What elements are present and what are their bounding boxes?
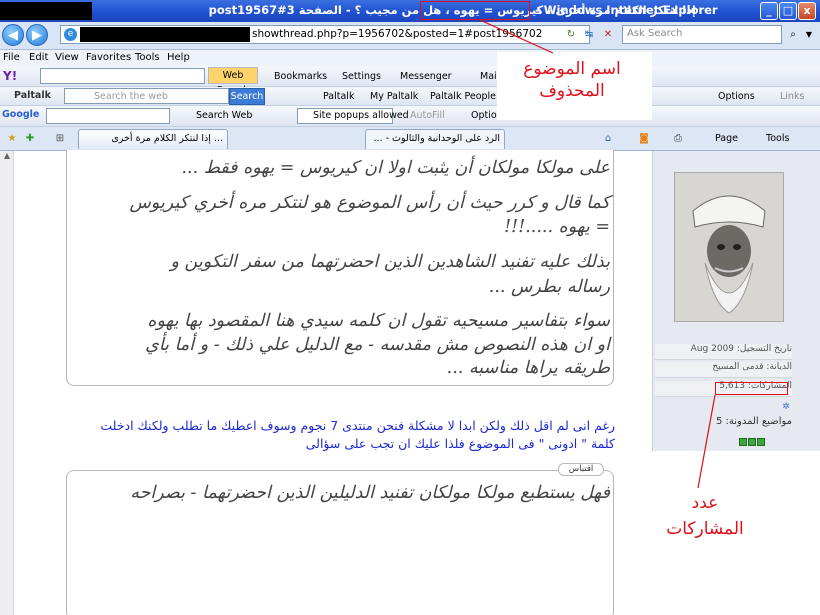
links-button[interactable]: Links — [780, 91, 804, 105]
menu-edit[interactable]: Edit — [29, 52, 48, 66]
join-date: تاريخ التسجيل: Aug 2009 — [655, 344, 792, 360]
yahoo-web-search-button[interactable]: Web Search — [208, 67, 258, 96]
scroll-arrow-icon[interactable]: ▲ — [0, 151, 14, 165]
menu-view[interactable]: View — [55, 52, 79, 66]
paltalk-logo[interactable]: Paltalk — [14, 90, 51, 104]
rss-feed-icon[interactable]: ◙ — [636, 131, 652, 147]
tab-other-thread[interactable]: الرد على الوحدانية والثالوث - ... — [365, 129, 505, 149]
ie-page-icon: e — [64, 28, 77, 41]
minimize-button[interactable]: _ — [760, 2, 778, 20]
redacted-block — [0, 2, 92, 20]
annotation-line: عدد — [691, 493, 719, 513]
page-menu-button[interactable]: Page — [715, 133, 738, 147]
tab-thread[interactable]: ... إذا لنتكر الكلام مرة أخرى — [78, 129, 228, 149]
post-line: بذلك عليه تفنيد الشاهدين الذين احضرتهما … — [170, 252, 610, 272]
add-favorites-icon[interactable]: ✚ — [22, 131, 38, 147]
avatar-image — [675, 173, 783, 321]
print-icon[interactable]: ⎙ — [670, 131, 686, 147]
chevron-down-icon[interactable]: ▼ — [801, 27, 817, 43]
back-button[interactable]: ◀ — [2, 24, 24, 46]
avatar[interactable] — [674, 172, 784, 322]
title-highlight-box — [420, 1, 530, 20]
menu-file[interactable]: File — [3, 52, 20, 66]
redacted-url-block — [80, 27, 250, 42]
quick-tabs-icon[interactable]: ⊞ — [52, 131, 68, 147]
browser-window: إذا لنتكر الكلام مرة أخرى ، كيريوس = يهو… — [0, 0, 820, 615]
reputation-bar — [738, 436, 778, 446]
google-search-web-button[interactable]: Search Web — [196, 110, 252, 124]
favorites-star-icon[interactable]: ★ — [4, 131, 20, 147]
reply-text-line: كلمة " ادونى " فى الموضوع فلذا عليك ان ت… — [305, 436, 615, 451]
blog-entries: مواضيع المدونة: 5 — [715, 416, 792, 427]
post-line: سواء بتفاسير مسيحيه تقول ان كلمه سيدي هن… — [147, 311, 610, 331]
post-line: او ان هذه النصوص مش مقدسه - مع الدليل عل… — [145, 335, 610, 355]
post-line: = يهوه .....!!! — [504, 217, 610, 237]
popups-label: Site popups allowed — [313, 110, 409, 121]
post-line: طريقه يراها مناسبه ... — [446, 358, 610, 378]
annotation-line: المشاركات — [666, 519, 744, 539]
address-url-text[interactable]: showthread.php?p=1956702&posted=1#post19… — [252, 28, 552, 42]
back-arrow-icon: ◀ — [8, 28, 18, 43]
messenger-button[interactable]: Messenger — [400, 71, 452, 85]
scrollbar[interactable]: ▲ — [0, 151, 14, 615]
paltalk-search-button[interactable]: Search — [229, 88, 265, 105]
go-icon[interactable]: ↹ — [581, 27, 597, 43]
posts-count-annotation: عدد المشاركات — [655, 490, 755, 542]
bookmarks-button[interactable]: Bookmarks — [274, 71, 327, 85]
post-line: رساله بطرس ... — [488, 277, 610, 297]
window-title-post: #post19567 — [208, 3, 287, 17]
search-placeholder: Ask Search — [627, 28, 683, 39]
paltalk-people-button[interactable]: Paltalk People — [430, 91, 496, 105]
forward-arrow-icon: ▶ — [32, 28, 42, 43]
menu-help[interactable]: Help — [167, 52, 190, 66]
post-line: كما قال و كرر حيث أن رأس الموضوع هو لنتك… — [129, 193, 610, 213]
deleted-topic-annotation: اسم الموضوع المحذوف — [497, 58, 647, 102]
reputation-dot — [739, 438, 747, 446]
reputation-dot — [748, 438, 756, 446]
religion: الديانة: قدمى المسيح — [655, 362, 792, 378]
window-title-app: - Windows Internet Explorer — [535, 3, 718, 17]
search-icon[interactable]: ⌕ — [785, 27, 801, 43]
annotation-line: المحذوف — [539, 81, 605, 101]
forward-button[interactable]: ▶ — [26, 24, 48, 46]
quote-label: اقتباس — [558, 463, 604, 476]
google-search-input[interactable] — [46, 108, 170, 124]
reply-text-line: رغم انى لم اقل ذلك ولكن ابدا لا مشكلة فن… — [100, 418, 615, 433]
refresh-icon[interactable]: ↻ — [563, 27, 579, 43]
annotation-line: اسم الموضوع — [523, 59, 621, 79]
autofill-button[interactable]: AutoFill — [410, 110, 445, 124]
quote-line: فهل يستطيع مولكا مولكان تفنيد الدليلين ا… — [130, 483, 610, 503]
google-logo[interactable]: Google — [2, 109, 39, 123]
tools-menu-button[interactable]: Tools — [766, 133, 789, 147]
posts-count-highlight-box — [715, 382, 788, 395]
paltalk-options-button[interactable]: Options — [718, 91, 755, 105]
post-line: على مولكا مولكان أن يثبت اولا ان كيريوس … — [181, 158, 610, 178]
paltalk-button[interactable]: Paltalk — [323, 91, 354, 105]
stop-icon[interactable]: ✕ — [600, 27, 616, 43]
home-icon[interactable]: ⌂ — [600, 131, 616, 147]
my-paltalk-button[interactable]: My Paltalk — [370, 91, 418, 105]
paltalk-search-placeholder: Search the web — [94, 91, 168, 102]
close-button[interactable]: x — [798, 2, 816, 20]
reputation-dot — [757, 438, 765, 446]
menu-favorites[interactable]: Favorites — [86, 52, 131, 66]
yahoo-logo[interactable]: Y! — [3, 69, 17, 83]
yahoo-search-input[interactable] — [40, 68, 205, 84]
settings-button[interactable]: Settings — [342, 71, 381, 85]
menu-tools[interactable]: Tools — [135, 52, 160, 66]
settings-gear-icon[interactable]: ✲ — [778, 399, 794, 415]
maximize-button[interactable]: □ — [779, 2, 797, 20]
